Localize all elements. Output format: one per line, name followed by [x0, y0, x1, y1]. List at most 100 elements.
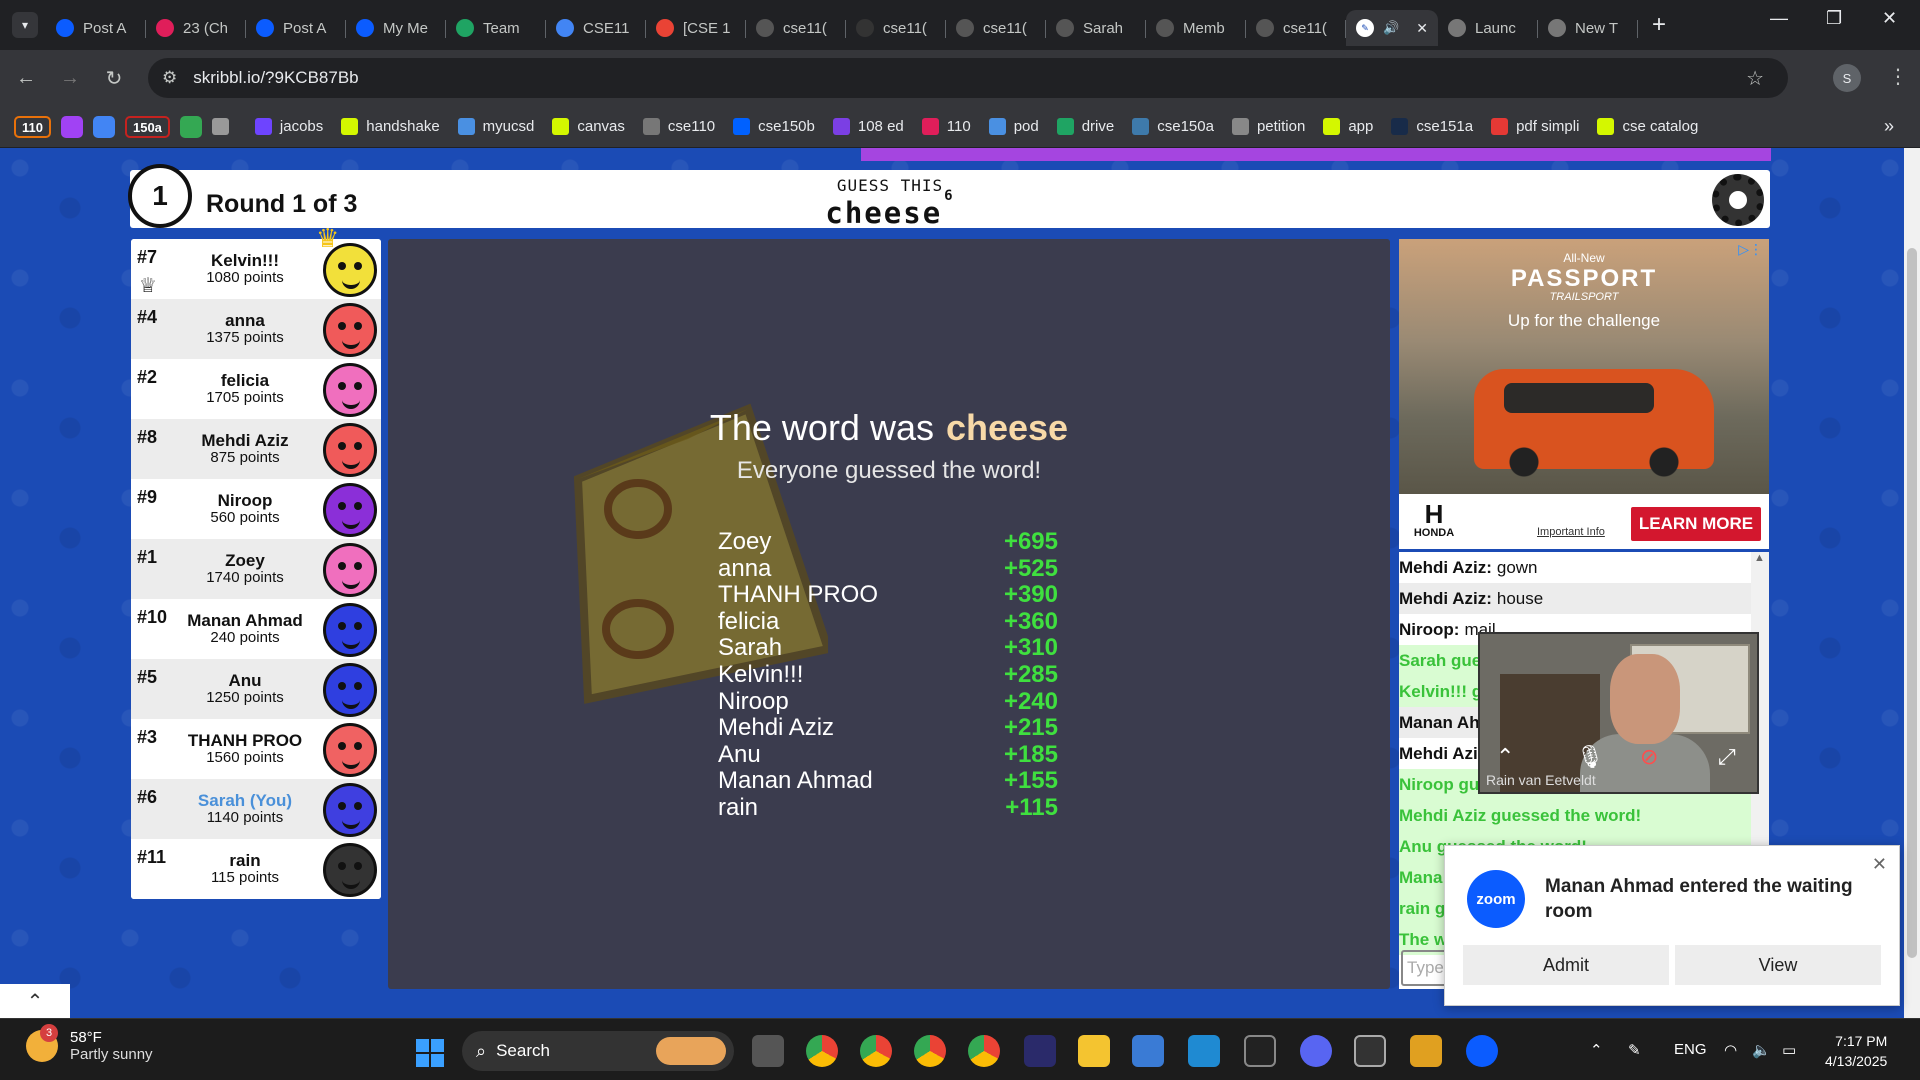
view-button[interactable]: View — [1675, 945, 1881, 985]
learn-more-button[interactable]: LEARN MORE — [1631, 507, 1761, 541]
speaker-icon[interactable]: 🔊 — [1383, 20, 1399, 36]
zoom-taskbar-icon[interactable] — [1466, 1035, 1498, 1067]
tab-tabs_after0[interactable]: Launc — [1438, 10, 1538, 46]
player-row[interactable]: #9 Niroop 560 points — [131, 479, 381, 539]
player-row[interactable]: #10 Manan Ahmad 240 points — [131, 599, 381, 659]
bookmark-18[interactable]: app — [1323, 118, 1373, 135]
bookmark-15[interactable]: drive — [1056, 118, 1114, 135]
vscode-icon[interactable] — [1188, 1035, 1220, 1067]
bookmark-star-icon[interactable]: ☆ — [1746, 66, 1764, 91]
chevron-up-icon[interactable]: ⌃ — [1496, 744, 1514, 770]
language-indicator[interactable]: ENG — [1674, 1041, 1707, 1058]
bookmark-6[interactable]: jacobs — [254, 118, 323, 135]
tab-tabs2[interactable]: Post A — [246, 10, 346, 46]
player-row[interactable]: #11 rain 115 points — [131, 839, 381, 899]
bookmark-16[interactable]: cse150a — [1132, 118, 1214, 135]
forward-button[interactable]: → — [52, 67, 88, 90]
tab-search-button[interactable]: ▾ — [12, 12, 38, 38]
tab-tabs7[interactable]: cse11( — [746, 10, 846, 46]
player-row[interactable]: #4 anna 1375 points — [131, 299, 381, 359]
tab-skribbl-active[interactable]: ✎ 🔊 ✕ — [1346, 10, 1438, 46]
tab-tabs1[interactable]: 23 (Ch — [146, 10, 246, 46]
important-info-link[interactable]: Important Info — [1537, 526, 1605, 538]
tab-tabs3[interactable]: My Me — [346, 10, 446, 46]
camera-off-icon[interactable]: ⊘ — [1640, 744, 1658, 770]
player-row[interactable]: #6 Sarah (You) 1140 points — [131, 779, 381, 839]
drawing-canvas[interactable]: The word was cheese Everyone guessed the … — [388, 239, 1390, 989]
chrome-profile-3-icon[interactable] — [968, 1035, 1000, 1067]
bookmark-chip-0[interactable]: 110 — [14, 115, 51, 138]
bookmark-5[interactable] — [211, 118, 237, 135]
tab-tabs9[interactable]: cse11( — [946, 10, 1046, 46]
close-tab-icon[interactable]: ✕ — [1416, 20, 1428, 37]
player-row[interactable]: #2 felicia 1705 points — [131, 359, 381, 419]
file-explorer-icon[interactable] — [1078, 1035, 1110, 1067]
bookmark-chip-3[interactable]: 150a — [124, 115, 170, 138]
tab-tabs6[interactable]: [CSE 1 — [646, 10, 746, 46]
git-app-icon[interactable] — [1410, 1035, 1442, 1067]
volume-icon[interactable]: 🔈 — [1752, 1041, 1771, 1059]
tab-tabs12[interactable]: cse11( — [1246, 10, 1346, 46]
bookmark-13[interactable]: 110 — [921, 118, 971, 135]
address-bar[interactable]: ⚙ skribbl.io/?9KCB87Bb ☆ — [148, 58, 1788, 98]
bookmark-8[interactable]: myucsd — [457, 118, 534, 135]
discord-icon[interactable] — [1300, 1035, 1332, 1067]
tray-chevron-icon[interactable]: ⌃ — [1590, 1041, 1603, 1059]
tab-tabs5[interactable]: CSE11 — [546, 10, 646, 46]
taskbar-search[interactable]: ⌕ Search — [462, 1031, 734, 1071]
player-row[interactable]: #7 Kelvin!!! 1080 points ♕ — [131, 239, 381, 299]
bookmark-7[interactable]: handshake — [341, 118, 440, 135]
bookmark-9[interactable]: canvas — [552, 118, 625, 135]
more-bookmarks-icon[interactable]: » — [1884, 116, 1894, 137]
powershell-icon[interactable] — [1354, 1035, 1386, 1067]
browser-menu-icon[interactable]: ⋮ — [1888, 64, 1908, 89]
chrome-profile-icon[interactable] — [860, 1035, 892, 1067]
bookmark-chip-4[interactable] — [179, 115, 202, 138]
bookmark-19[interactable]: cse151a — [1391, 118, 1473, 135]
bookmark-12[interactable]: 108 ed — [832, 118, 904, 135]
site-info-icon[interactable]: ⚙ — [162, 68, 177, 88]
collapse-chevron-button[interactable]: ⌃ — [0, 984, 70, 1018]
task-view-icon[interactable] — [752, 1035, 784, 1067]
terminal-icon[interactable] — [1244, 1035, 1276, 1067]
bookmark-chip-1[interactable] — [60, 115, 83, 138]
wifi-icon[interactable]: ◠ — [1724, 1041, 1737, 1059]
bookmark-21[interactable]: cse catalog — [1597, 118, 1698, 135]
chrome-profile-2-icon[interactable] — [914, 1035, 946, 1067]
new-tab-button[interactable]: + — [1652, 11, 1666, 39]
tab-tabs8[interactable]: cse11( — [846, 10, 946, 46]
microphone-icon[interactable]: 🎙 — [1576, 744, 1604, 770]
bookmark-14[interactable]: pod — [988, 118, 1039, 135]
bookmark-10[interactable]: cse110 — [642, 118, 715, 135]
weather-widget[interactable]: 3 58°F Partly sunny — [26, 1024, 153, 1063]
advertisement[interactable]: ▷⋮ All-New PASSPORT TRAILSPORT Up for th… — [1399, 239, 1769, 549]
battery-icon[interactable]: ▭ — [1782, 1041, 1796, 1059]
tab-tabs4[interactable]: Team — [446, 10, 546, 46]
pen-icon[interactable]: ✎ — [1628, 1041, 1641, 1059]
tab-tabs0[interactable]: Post A — [46, 10, 146, 46]
zoom-video-overlay[interactable]: ⌃ 🎙 ⊘ ⤢ Rain van Eetveldt — [1478, 632, 1759, 794]
bookmark-chip-2[interactable] — [92, 115, 115, 138]
player-row[interactable]: #5 Anu 1250 points — [131, 659, 381, 719]
profile-avatar[interactable]: S — [1833, 64, 1861, 92]
bookmark-11[interactable]: cse150b — [733, 118, 815, 135]
page-scrollbar[interactable] — [1904, 148, 1920, 1018]
back-button[interactable]: ← — [8, 67, 44, 90]
player-row[interactable]: #8 Mehdi Aziz 875 points — [131, 419, 381, 479]
tab-tabs_after1[interactable]: New T — [1538, 10, 1638, 46]
close-icon[interactable]: ✕ — [1872, 854, 1887, 875]
chrome-icon[interactable] — [806, 1035, 838, 1067]
system-clock[interactable]: 7:17 PM 4/13/2025 — [1825, 1031, 1887, 1071]
windows-start-icon[interactable] — [416, 1039, 444, 1067]
settings-gear-icon[interactable] — [1712, 174, 1764, 226]
tab-tabs10[interactable]: Sarah — [1046, 10, 1146, 46]
close-window-button[interactable]: ✕ — [1882, 8, 1897, 29]
scrollbar-thumb[interactable] — [1907, 248, 1917, 958]
bookmark-17[interactable]: petition — [1231, 118, 1305, 135]
reload-button[interactable]: ↻ — [96, 66, 132, 91]
tab-tabs11[interactable]: Memb — [1146, 10, 1246, 46]
player-row[interactable]: #1 Zoey 1740 points — [131, 539, 381, 599]
admit-button[interactable]: Admit — [1463, 945, 1669, 985]
minimize-button[interactable]: — — [1770, 8, 1788, 29]
bookmark-20[interactable]: pdf simpli — [1491, 118, 1579, 135]
